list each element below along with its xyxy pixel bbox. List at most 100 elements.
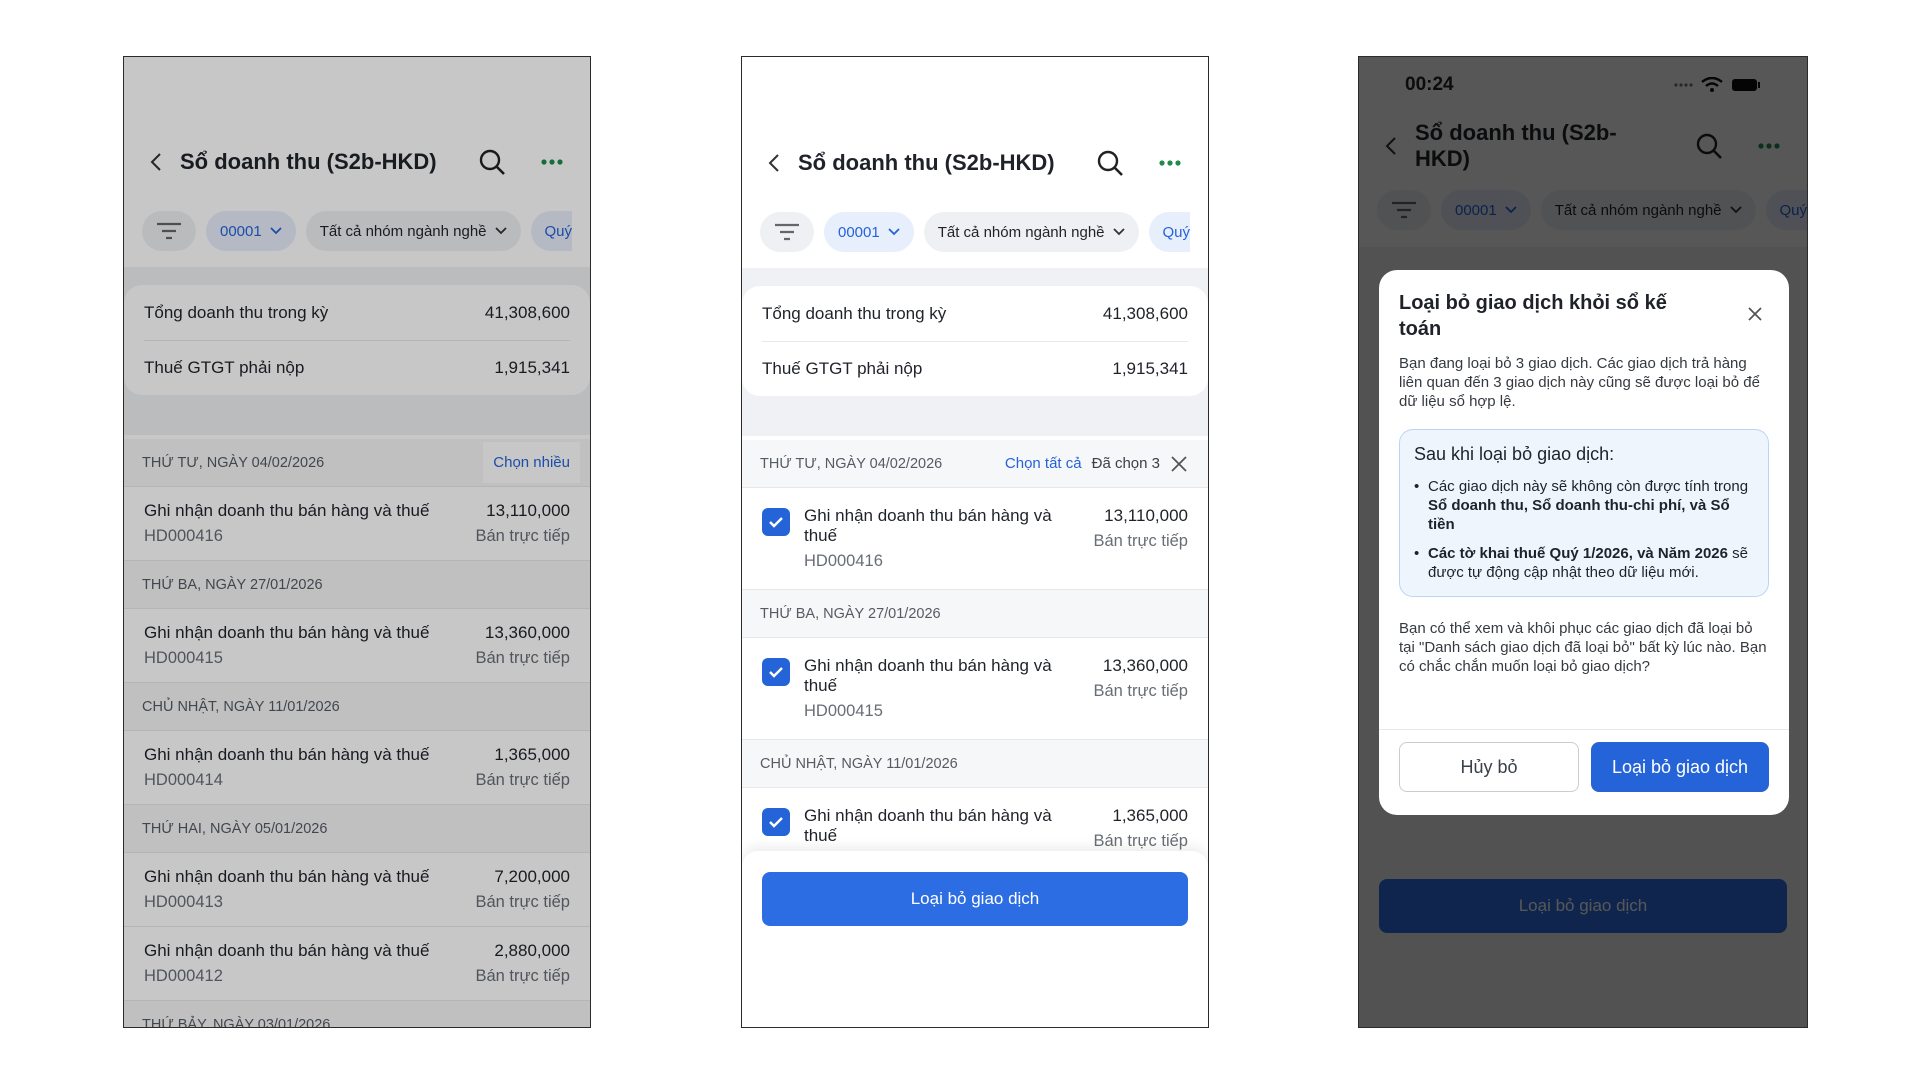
- txn-channel: Bán trực tiếp: [475, 967, 570, 985]
- transaction-row[interactable]: Ghi nhận doanh thu bán hàng và thuế HD000…: [124, 487, 590, 561]
- check-icon: [769, 817, 783, 828]
- confirm-dialog: Loại bỏ giao dịch khỏi sổ kế toán Bạn đa…: [1379, 270, 1789, 815]
- chevron-down-icon: [1505, 206, 1517, 214]
- chip-group-label: Tất cả nhóm ngành nghề: [937, 223, 1105, 241]
- txn-code: HD000416: [144, 527, 223, 545]
- selected-count: Đã chọn 3: [1091, 455, 1160, 472]
- vat-row: Thuế GTGT phải nộp 1,915,341: [762, 341, 1188, 396]
- day-label: THỨ HAI, NGÀY 05/01/2026: [142, 820, 328, 837]
- chip-code-label: 00001: [220, 222, 262, 240]
- txn-channel: Bán trực tiếp: [1093, 832, 1188, 850]
- transaction-row[interactable]: Ghi nhận doanh thu bán hàng và thuế HD000…: [742, 638, 1208, 740]
- remove-transactions-button-bg: Loại bỏ giao dịch: [1379, 879, 1787, 933]
- status-bar: 00:24: [1359, 57, 1807, 113]
- confirm-remove-button[interactable]: Loại bỏ giao dịch: [1591, 742, 1769, 792]
- transaction-row[interactable]: Ghi nhận doanh thu bán hàng và thuế HD000…: [124, 853, 590, 927]
- dialog-description: Bạn đang loại bỏ 3 giao dịch. Các giao d…: [1399, 355, 1760, 410]
- more-icon[interactable]: [1150, 143, 1190, 183]
- filter-icon[interactable]: [760, 212, 814, 252]
- chip-code[interactable]: 00001: [206, 211, 296, 251]
- total-value: 41,308,600: [484, 302, 570, 322]
- transaction-row[interactable]: Ghi nhận doanh thu bán hàng và thuế HD000…: [124, 731, 590, 805]
- check-icon: [769, 667, 783, 678]
- vat-label: Thuế GTGT phải nộp: [144, 358, 305, 377]
- chevron-down-icon: [1112, 228, 1125, 236]
- transaction-row[interactable]: Ghi nhận doanh thu bán hàng và thuế HD000…: [124, 609, 590, 683]
- chip-code[interactable]: 00001: [824, 212, 914, 252]
- back-arrow-icon[interactable]: [760, 149, 788, 177]
- dialog-note: Bạn có thể xem và khôi phục các giao dịc…: [1399, 620, 1767, 675]
- screen-select: Sổ doanh thu (S2b-HKD) 00001 Tất cả nhóm…: [741, 56, 1209, 1028]
- chevron-down-icon: [888, 228, 900, 236]
- txn-name: Ghi nhận doanh thu bán hàng và thuế: [804, 806, 1052, 845]
- info-bold: Sổ doanh thu, Sổ doanh thu-chi phí, và S…: [1428, 497, 1730, 533]
- chip-period[interactable]: Quý: [1148, 212, 1191, 252]
- select-all-button[interactable]: Chọn tất cả: [1005, 455, 1082, 472]
- txn-amount: 13,110,000: [1104, 506, 1188, 525]
- cancel-button[interactable]: Hủy bỏ: [1399, 742, 1579, 792]
- chip-group[interactable]: Tất cả nhóm ngành nghề: [923, 212, 1139, 252]
- txn-name: Ghi nhận doanh thu bán hàng và thuế: [804, 656, 1052, 695]
- vat-value: 1,915,341: [1112, 359, 1188, 378]
- more-icon[interactable]: [1749, 126, 1789, 166]
- select-many-button[interactable]: Chọn nhiều: [483, 442, 580, 483]
- txn-channel: Bán trực tiếp: [475, 771, 570, 789]
- day-header: THỨ HAI, NGÀY 05/01/2026: [124, 805, 590, 853]
- chip-period-label: Quý: [1162, 223, 1191, 241]
- vat-row: Thuế GTGT phải nộp 1,915,341: [144, 340, 570, 395]
- info-item: Các tờ khai thuế Quý 1/2026, và Năm 2026…: [1414, 544, 1754, 582]
- search-icon[interactable]: [1090, 143, 1130, 183]
- total-value: 41,308,600: [1102, 303, 1188, 323]
- chip-code[interactable]: 00001: [1441, 190, 1531, 230]
- chip-period[interactable]: Quý: [1765, 190, 1807, 230]
- checkbox-checked[interactable]: [762, 808, 790, 836]
- search-icon[interactable]: [1689, 126, 1729, 166]
- day-header: THỨ BA, NGÀY 27/01/2026: [742, 590, 1208, 638]
- txn-name: Ghi nhận doanh thu bán hàng và thuế: [144, 745, 430, 764]
- txn-channel: Bán trực tiếp: [475, 527, 570, 545]
- day-label: THỨ TƯ, NGÀY 04/02/2026: [142, 454, 325, 471]
- day-label: THỨ TƯ, NGÀY 04/02/2026: [760, 455, 943, 472]
- day-label: CHỦ NHẬT, NGÀY 11/01/2026: [142, 698, 340, 715]
- filter-icon[interactable]: [142, 211, 196, 251]
- day-header: CHỦ NHẬT, NGÀY 11/01/2026: [124, 683, 590, 731]
- chip-group-label: Tất cả nhóm ngành nghề: [319, 222, 487, 240]
- txn-code: HD000415: [804, 702, 883, 720]
- dialog-title: Loại bỏ giao dịch khỏi sổ kế toán: [1399, 292, 1667, 340]
- transaction-list: THỨ TƯ, NGÀY 04/02/2026 Chọn tất cả Đã chọ…: [742, 440, 1208, 890]
- chip-period-label: Quý: [1779, 201, 1807, 219]
- transaction-row[interactable]: Ghi nhận doanh thu bán hàng và thuế HD000…: [124, 927, 590, 1001]
- chevron-down-icon: [1729, 206, 1742, 214]
- check-icon: [769, 517, 783, 528]
- transaction-row[interactable]: Ghi nhận doanh thu bán hàng và thuế HD000…: [742, 488, 1208, 590]
- filter-bar: 00001 Tất cả nhóm ngành nghề Quý: [1359, 187, 1807, 233]
- info-text: Các giao dịch này sẽ không còn được tính…: [1428, 478, 1749, 495]
- vat-label: Thuế GTGT phải nộp: [762, 359, 923, 378]
- back-arrow-icon[interactable]: [142, 148, 170, 176]
- page-title: Sổ doanh thu (S2b-HKD): [1415, 120, 1617, 171]
- bottom-action-bar: Loại bỏ giao dịch: [742, 851, 1208, 1027]
- chip-group[interactable]: Tất cả nhóm ngành nghề: [1540, 190, 1756, 230]
- filter-icon[interactable]: [1377, 190, 1431, 230]
- chip-period[interactable]: Quý: [530, 211, 573, 251]
- search-icon[interactable]: [472, 142, 512, 182]
- txn-channel: Bán trực tiếp: [475, 649, 570, 667]
- day-header: CHỦ NHẬT, NGÀY 11/01/2026: [742, 740, 1208, 788]
- close-icon[interactable]: [1741, 300, 1769, 328]
- close-icon[interactable]: [1170, 455, 1188, 473]
- more-icon[interactable]: [532, 142, 572, 182]
- page-title: Sổ doanh thu (S2b-HKD): [180, 149, 437, 174]
- txn-name: Ghi nhận doanh thu bán hàng và thuế: [144, 941, 430, 960]
- txn-code: HD000416: [804, 552, 883, 570]
- chip-group[interactable]: Tất cả nhóm ngành nghề: [305, 211, 521, 251]
- checkbox-checked[interactable]: [762, 508, 790, 536]
- selection-actions: Chọn tất cả Đã chọn 3: [1005, 455, 1188, 473]
- app-header: Sổ doanh thu (S2b-HKD): [742, 128, 1208, 198]
- summary-card: Tổng doanh thu trong kỳ 41,308,600 Thuế G…: [124, 285, 590, 395]
- txn-name: Ghi nhận doanh thu bán hàng và thuế: [144, 867, 430, 886]
- remove-transactions-button[interactable]: Loại bỏ giao dịch: [762, 872, 1188, 926]
- filter-bar: 00001 Tất cả nhóm ngành nghề Quý: [124, 208, 590, 254]
- txn-code: HD000415: [144, 649, 223, 667]
- checkbox-checked[interactable]: [762, 658, 790, 686]
- back-arrow-icon[interactable]: [1377, 132, 1405, 160]
